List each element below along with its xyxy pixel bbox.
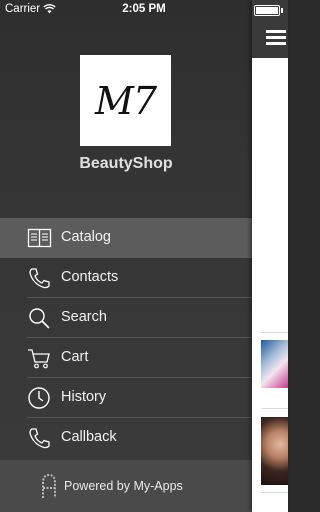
status-time: 2:05 PM bbox=[122, 3, 166, 15]
clock-icon bbox=[28, 387, 50, 409]
menu-label: Contacts bbox=[61, 269, 119, 285]
battery-icon bbox=[254, 5, 283, 16]
phone-icon bbox=[29, 428, 50, 449]
main-content bbox=[252, 0, 288, 512]
divider bbox=[261, 332, 288, 333]
powered-by-footer[interactable]: Powered by My-Apps bbox=[0, 460, 252, 512]
app-logo: M7 bbox=[80, 55, 171, 146]
search-icon bbox=[29, 308, 50, 329]
product-thumbnail[interactable] bbox=[261, 417, 288, 485]
divider bbox=[261, 408, 288, 409]
menu-label: History bbox=[61, 389, 107, 405]
menu-label: Cart bbox=[61, 349, 89, 365]
menu-item-callback[interactable]: Callback bbox=[0, 418, 252, 458]
menu-item-contacts[interactable]: Contacts bbox=[0, 258, 252, 298]
cart-icon bbox=[28, 349, 50, 369]
menu-label: Search bbox=[61, 309, 107, 325]
phone-icon bbox=[29, 268, 50, 289]
menu-label: Catalog bbox=[61, 229, 111, 245]
menu-item-cart[interactable]: Cart bbox=[0, 338, 252, 378]
app-name: BeautyShop bbox=[79, 155, 173, 172]
drawer-menu: Catalog Contacts Search Cart History Cal… bbox=[0, 218, 252, 458]
side-drawer: M7 BeautyShop Catalog Contacts Search Ca… bbox=[0, 0, 252, 512]
menu-item-history[interactable]: History bbox=[0, 378, 252, 418]
product-thumbnail[interactable] bbox=[261, 340, 288, 388]
menu-item-search[interactable]: Search bbox=[0, 298, 252, 338]
footer-label: Powered by My-Apps bbox=[64, 479, 183, 493]
status-bar: Carrier 2:05 PM bbox=[0, 0, 288, 20]
logo-text: M7 bbox=[94, 78, 157, 123]
book-icon bbox=[27, 228, 52, 248]
divider bbox=[261, 492, 288, 493]
menu-item-catalog[interactable]: Catalog bbox=[0, 218, 252, 258]
menu-label: Callback bbox=[61, 429, 117, 445]
myapps-logo-icon bbox=[42, 473, 56, 498]
hamburger-menu-icon[interactable] bbox=[266, 30, 286, 46]
